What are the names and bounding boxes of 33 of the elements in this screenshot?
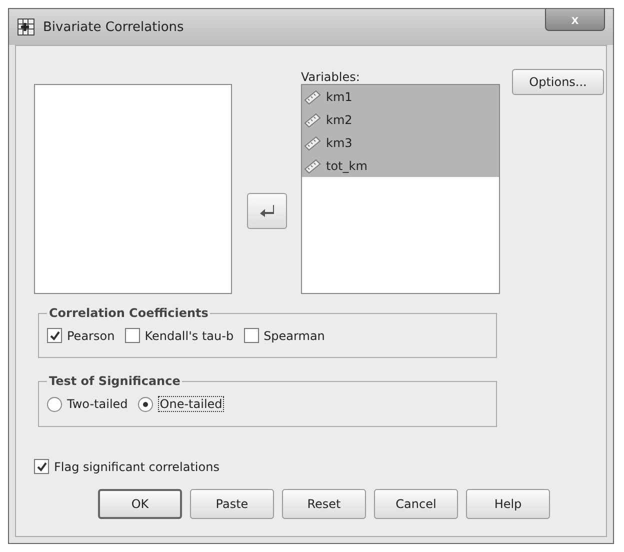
ruler-icon bbox=[304, 158, 322, 174]
flag-checkbox-option[interactable]: Flag significant correlations bbox=[34, 459, 220, 474]
ruler-icon bbox=[304, 112, 322, 128]
group-title: Correlation Coefficients bbox=[48, 306, 210, 320]
dialog-button[interactable]: Paste bbox=[190, 488, 274, 518]
window-title: Bivariate Correlations bbox=[43, 20, 184, 34]
arrow-left-icon bbox=[258, 204, 274, 218]
radio-option[interactable]: Two-tailed bbox=[47, 396, 128, 412]
options-button[interactable]: Options... bbox=[512, 69, 604, 95]
variables-label: Variables: bbox=[301, 71, 361, 84]
checkbox[interactable] bbox=[34, 459, 49, 474]
radio-button[interactable] bbox=[47, 396, 62, 412]
group-title: Test of Significance bbox=[48, 374, 182, 388]
variable-item[interactable]: km1 bbox=[302, 85, 499, 108]
move-button[interactable] bbox=[246, 193, 286, 229]
dialog-button[interactable]: Reset bbox=[282, 488, 366, 518]
dialog-button[interactable]: Help bbox=[466, 488, 550, 518]
checkbox[interactable] bbox=[124, 328, 140, 343]
checkbox-option[interactable]: Pearson bbox=[47, 328, 115, 343]
variables-list[interactable]: km1 km2 km3 tot_km bbox=[301, 84, 500, 294]
checkbox[interactable] bbox=[244, 328, 259, 343]
grid-icon bbox=[17, 18, 35, 36]
checkbox[interactable] bbox=[47, 328, 62, 343]
radio-button[interactable] bbox=[138, 396, 153, 412]
ruler-icon bbox=[304, 134, 322, 150]
checkbox-option[interactable]: Kendall's tau-b bbox=[124, 328, 234, 343]
variable-item[interactable]: tot_km bbox=[302, 154, 499, 177]
variable-item[interactable]: km2 bbox=[302, 108, 499, 131]
variable-item[interactable]: km3 bbox=[302, 131, 499, 154]
dialog-button[interactable]: Cancel bbox=[374, 488, 458, 518]
dialog-button[interactable]: OK bbox=[98, 488, 182, 518]
ruler-icon bbox=[304, 88, 322, 104]
checkbox-option[interactable]: Spearman bbox=[244, 328, 325, 343]
